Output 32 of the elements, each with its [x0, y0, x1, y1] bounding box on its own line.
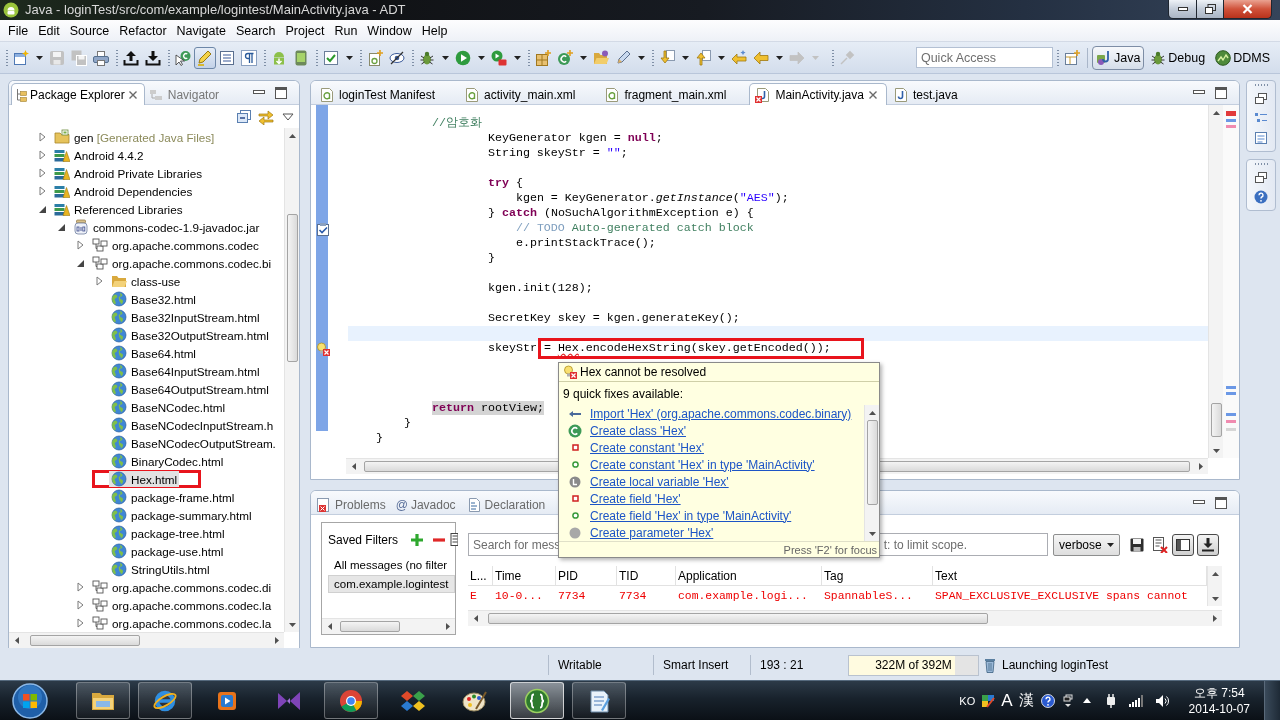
- code-line: kgen.init(128);: [487, 281, 593, 296]
- table-cell-text: SPAN_EXCLUSIVE_EXCLUSIVE spans cannot: [934, 589, 1189, 604]
- pane-title: Saved Filters: [328, 532, 399, 547]
- summary-text: 9 quick fixes available:: [562, 385, 685, 403]
- code-line: kgen = KeyGenerator.getInstance("AES");: [515, 191, 789, 206]
- window-title: Java - loginTest/src/com/example/logintest/MainActivity.java - ADT: [25, 1, 406, 19]
- code-line: }: [487, 251, 495, 266]
- code-line: skeyStr = Hex.encodeHexString(skey.getEncoded());: [487, 341, 831, 356]
- code-line: return rootView;: [431, 401, 544, 416]
- status-text: 193 : 21: [760, 658, 804, 672]
- code-line: String skeyStr = "";: [487, 146, 628, 161]
- code-line: SecretKey skey = kgen.generateKey();: [487, 311, 740, 326]
- table-cell-text: 7734: [557, 589, 587, 604]
- code-line: }: [376, 431, 383, 446]
- table-cell-text: SpannableS...: [823, 589, 914, 604]
- code-line: e.printStackTrace();: [515, 236, 656, 251]
- code-line: } catch (NoSuchAlgorithmException e) {: [487, 206, 754, 221]
- code-line: //암호화: [431, 116, 482, 131]
- status-text: Smart Insert: [663, 658, 729, 672]
- code-line: try {: [487, 176, 523, 191]
- table-cell-text: E: [469, 589, 478, 604]
- table-cell-text: 10-0...: [494, 589, 544, 604]
- code-line: // TODO Auto-generated catch block: [515, 221, 754, 236]
- status-text: Writable: [558, 658, 602, 672]
- code-line: KeyGenerator kgen = null;: [487, 131, 663, 146]
- problem-text: Hex cannot be resolved: [580, 365, 707, 379]
- hint-text: Press 'F2' for focus: [783, 543, 877, 556]
- heap-text: 322M of 392M: [875, 658, 952, 672]
- status-text: Launching loginTest: [1002, 658, 1109, 672]
- table-cell-text: 7734: [618, 589, 648, 604]
- code-line: }: [403, 416, 411, 431]
- table-cell-text: com.example.logi...: [677, 589, 809, 604]
